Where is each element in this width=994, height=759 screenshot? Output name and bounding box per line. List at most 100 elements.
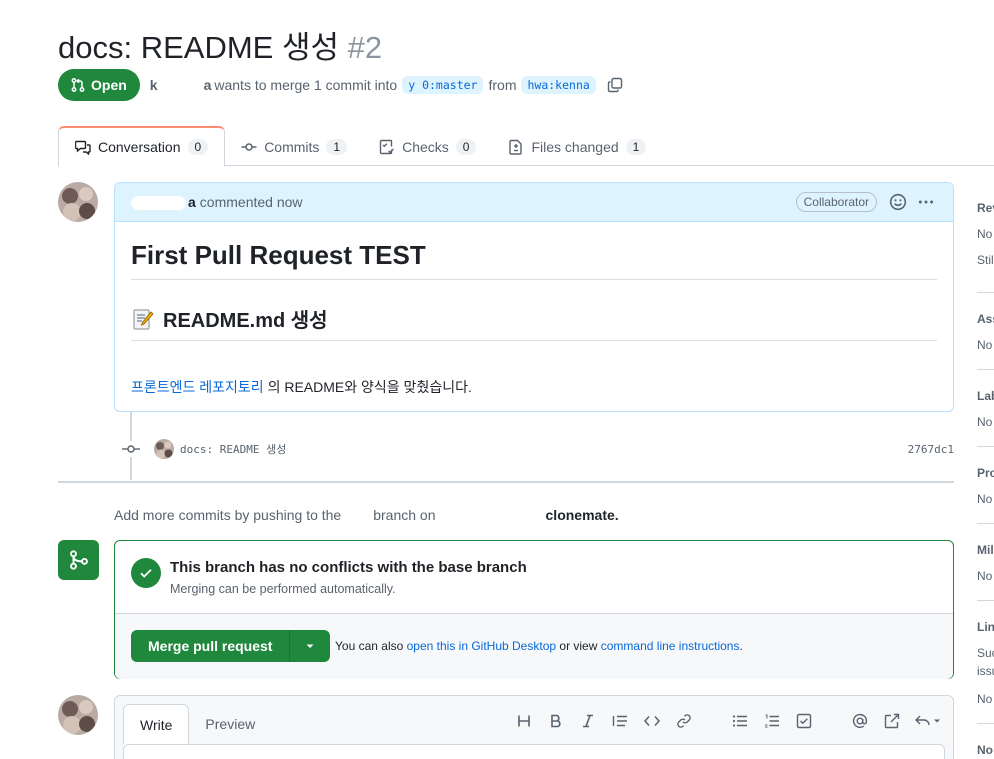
file-diff-icon <box>509 139 523 155</box>
copy-branch-button[interactable] <box>607 77 623 93</box>
markdown-toolbar <box>513 710 943 732</box>
italic-icon[interactable] <box>577 710 599 732</box>
mention-icon[interactable] <box>849 710 871 732</box>
from-label: from <box>488 77 517 93</box>
sidebar-reviewers-heading[interactable]: Rev <box>977 201 994 215</box>
git-commit-icon <box>241 142 257 151</box>
check-icon <box>140 569 152 578</box>
reply-icon[interactable] <box>913 710 943 732</box>
hint-prefix: Add more commits by pushing to the <box>114 507 342 523</box>
task-list-icon[interactable] <box>793 710 815 732</box>
frontend-repo-link[interactable]: 프론트엔드 레포지토리 <box>131 379 264 395</box>
unordered-list-icon[interactable] <box>729 710 751 732</box>
sidebar-milestone-heading[interactable]: Mil <box>977 543 994 557</box>
tab-preview[interactable]: Preview <box>189 704 271 744</box>
author-start: k <box>149 77 158 93</box>
heading-icon[interactable] <box>513 710 535 732</box>
git-merge-icon <box>69 550 88 570</box>
merge-pull-request-button[interactable]: Merge pull request <box>131 630 291 662</box>
merge-status-subtitle: Merging can be performed automatically. <box>170 582 396 596</box>
merge-alternatives: You can also open this in GitHub Desktop… <box>335 639 743 653</box>
collaborator-badge: Collaborator <box>795 192 877 212</box>
sidebar-milestone-text: No <box>977 569 993 583</box>
avatar[interactable] <box>58 182 98 222</box>
tab-commits[interactable]: Commits 1 <box>225 126 363 167</box>
reaction-button[interactable] <box>889 193 907 214</box>
comment-textarea[interactable] <box>123 744 945 759</box>
comment-header: a commented now Collaborator <box>115 183 953 222</box>
tab-counter: 0 <box>187 139 209 155</box>
comment-heading-2: README.md 생성 <box>131 304 937 341</box>
checklist-icon <box>379 139 395 154</box>
triangle-down-icon <box>306 644 314 648</box>
tab-checks[interactable]: Checks 0 <box>363 126 492 167</box>
tab-label: Files changed <box>531 138 619 155</box>
sidebar-projects-text: No <box>977 492 993 506</box>
timeline-commit: docs: README 생성 2767dc1 <box>120 437 954 461</box>
tab-counter: 1 <box>625 138 647 155</box>
code-icon[interactable] <box>641 710 663 732</box>
sidebar-assignees-text: No <box>977 338 993 352</box>
status-badge: Open <box>58 69 140 101</box>
sidebar-linked-text-2: issu <box>977 664 994 678</box>
sidebar-labels-heading[interactable]: Lab <box>977 389 994 403</box>
tab-files-changed[interactable]: Files changed 1 <box>492 126 662 167</box>
tab-label: Commits <box>264 138 320 155</box>
link-icon[interactable] <box>673 710 695 732</box>
merge-box: This branch has no conflicts with the ba… <box>114 540 954 679</box>
commit-message-link[interactable]: docs: README 생성 <box>180 441 286 457</box>
sidebar-assignees-heading[interactable]: Ass <box>977 312 994 326</box>
tab-write[interactable]: Write <box>123 704 190 744</box>
comment-options-button[interactable] <box>917 193 935 214</box>
sidebar-divider <box>977 723 994 724</box>
smiley-icon <box>889 193 907 211</box>
pr-tabs: Conversation 0 Commits 1 Checks 0 Files … <box>58 126 994 167</box>
pr-title-text: docs: README 생성 <box>58 30 339 65</box>
redacted-text <box>341 510 370 523</box>
commit-sha-link[interactable]: 2767dc1 <box>908 443 954 456</box>
sidebar-linked-heading[interactable]: Lin <box>977 620 994 634</box>
reference-icon[interactable] <box>881 710 903 732</box>
pr-author-link[interactable]: ka <box>150 77 212 93</box>
editor-tabs: Write Preview <box>123 704 271 744</box>
tab-counter: 1 <box>326 138 348 155</box>
merge-button-group: Merge pull request <box>131 630 331 662</box>
base-branch-label[interactable]: y 0:master <box>402 76 484 94</box>
sidebar-divider <box>977 600 994 601</box>
merge-method-dropdown[interactable] <box>290 630 330 662</box>
quote-icon[interactable] <box>609 710 631 732</box>
merge-status-title: This branch has no conflicts with the ba… <box>170 559 527 576</box>
avatar[interactable] <box>58 695 98 735</box>
comment-author-link[interactable]: a <box>131 194 196 211</box>
command-line-instructions-link[interactable]: command line instructions <box>601 639 740 653</box>
comment-action: commented now <box>199 194 303 210</box>
paragraph-text: 의 README와 양식을 맞췄습니다. <box>267 379 472 395</box>
alt-middle: or view <box>559 639 598 653</box>
pr-number: #2 <box>347 30 383 65</box>
tab-label: Checks <box>402 138 449 155</box>
tab-label: Conversation <box>98 139 181 155</box>
commit-avatar[interactable] <box>154 439 174 459</box>
sidebar-reviewers-text: No <box>977 227 993 241</box>
alt-prefix: You can also <box>335 639 404 653</box>
merge-actions: Merge pull request You can also open thi… <box>115 614 953 679</box>
sidebar-divider <box>977 446 994 447</box>
heading-2-text: README.md 생성 <box>163 310 328 332</box>
tab-conversation[interactable]: Conversation 0 <box>58 126 226 167</box>
alt-suffix: . <box>739 639 743 653</box>
comment-heading-1: First Pull Request TEST <box>131 240 937 280</box>
sidebar-linked-text-3: No <box>977 692 993 706</box>
merge-description: wants to merge 1 commit into <box>214 77 398 93</box>
sidebar-linked-text: Suc <box>977 646 994 660</box>
ordered-list-icon[interactable] <box>761 710 783 732</box>
sidebar-notifications-heading[interactable]: No <box>977 743 993 757</box>
status-label: Open <box>91 77 127 93</box>
open-github-desktop-link[interactable]: open this in GitHub Desktop <box>407 639 556 653</box>
bold-icon[interactable] <box>545 710 567 732</box>
tab-counter: 0 <box>455 138 477 155</box>
sidebar-projects-heading[interactable]: Pro <box>977 466 994 480</box>
timeline-divider <box>58 481 954 483</box>
git-pull-request-icon <box>71 78 85 92</box>
head-branch-label[interactable]: hwa:kenna <box>521 76 596 94</box>
merge-status: This branch has no conflicts with the ba… <box>115 541 953 614</box>
